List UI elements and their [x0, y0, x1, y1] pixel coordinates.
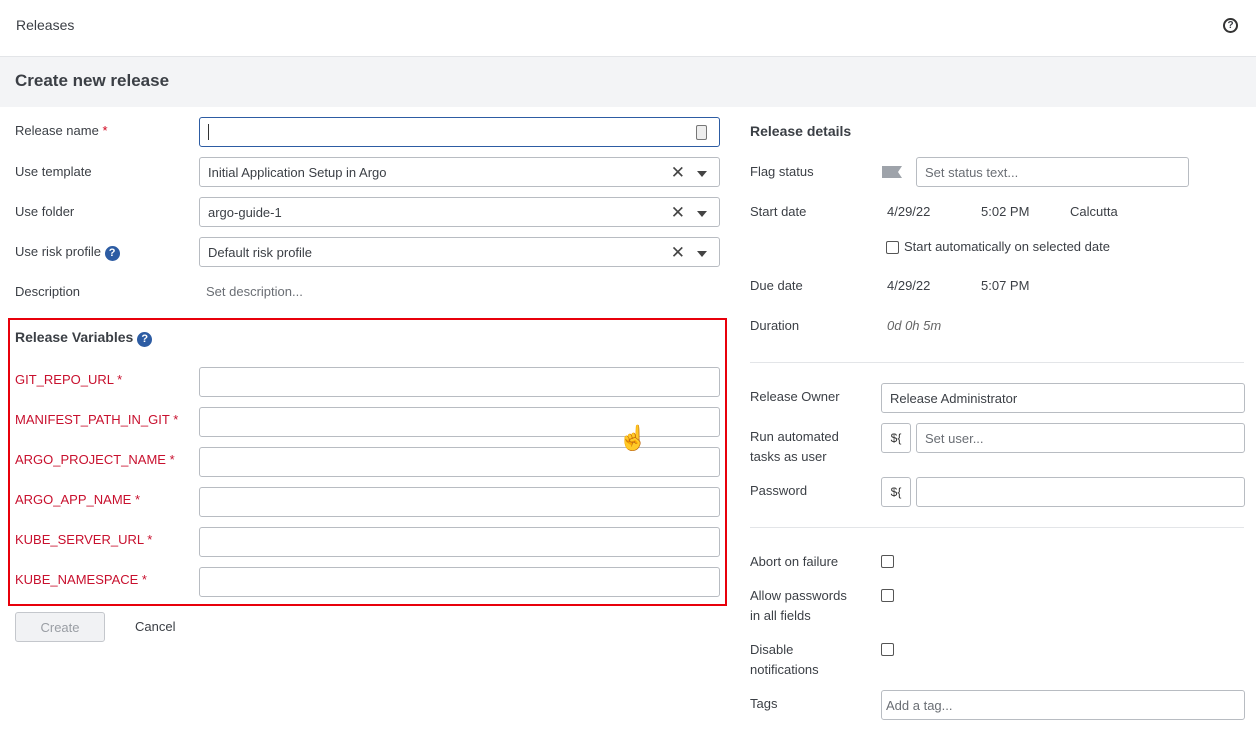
- release-name-label: Release name *: [15, 123, 108, 138]
- divider: [750, 362, 1244, 363]
- risk-profile-label: Use risk profile ?: [15, 244, 120, 261]
- description-field[interactable]: Set description...: [206, 284, 303, 300]
- variable-label: KUBE_SERVER_URL *: [15, 532, 153, 547]
- page-title: Create new release: [15, 71, 170, 90]
- start-time-value[interactable]: 5:02 PM: [981, 204, 1029, 220]
- tags-input[interactable]: Add a tag...: [881, 690, 1245, 720]
- description-label: Description: [15, 284, 81, 299]
- cancel-button[interactable]: Cancel: [135, 619, 175, 635]
- id-card-icon: [696, 125, 707, 140]
- run-as-label-2: tasks as user: [750, 449, 827, 464]
- due-date-value[interactable]: 4/29/22: [887, 278, 930, 294]
- flag-status-label: Flag status: [750, 164, 814, 179]
- variable-label: KUBE_NAMESPACE *: [15, 572, 147, 587]
- folder-select[interactable]: argo-guide-1 ✕: [199, 197, 720, 227]
- help-icon[interactable]: ?: [104, 246, 120, 261]
- chevron-down-icon[interactable]: [697, 251, 707, 257]
- release-name-input[interactable]: [199, 117, 720, 147]
- allow-passwords-checkbox[interactable]: [881, 589, 894, 602]
- password-label: Password: [750, 483, 808, 498]
- flag-icon[interactable]: [882, 166, 902, 178]
- use-template-label: Use template: [15, 164, 92, 179]
- variable-label: MANIFEST_PATH_IN_GIT *: [15, 412, 179, 427]
- app-header: Releases ?: [0, 0, 1256, 57]
- chevron-down-icon[interactable]: [697, 211, 707, 217]
- disable-notifications-label-1: Disable: [750, 642, 794, 657]
- variable-input[interactable]: [199, 487, 720, 517]
- variable-input[interactable]: [199, 567, 720, 597]
- due-date-label: Due date: [750, 278, 803, 293]
- hand-cursor-icon: ☝: [618, 425, 648, 452]
- allow-passwords-label-1: Allow passwords: [750, 588, 847, 603]
- disable-notifications-checkbox[interactable]: [881, 643, 894, 656]
- release-details-title: Release details: [750, 123, 852, 139]
- timezone-value[interactable]: Calcutta: [1070, 204, 1118, 220]
- duration-label: Duration: [750, 318, 800, 333]
- template-select[interactable]: Initial Application Setup in Argo ✕: [199, 157, 720, 187]
- run-as-label-1: Run automated: [750, 429, 839, 444]
- clear-icon[interactable]: ✕: [671, 163, 685, 183]
- password-input[interactable]: [916, 477, 1245, 507]
- release-owner-input[interactable]: Release Administrator: [881, 383, 1245, 413]
- disable-notifications-label-2: notifications: [750, 662, 819, 677]
- tags-label: Tags: [750, 696, 778, 711]
- help-icon[interactable]: ?: [137, 332, 153, 347]
- duration-value[interactable]: 0d 0h 5m: [887, 318, 941, 334]
- variable-input[interactable]: [199, 527, 720, 557]
- start-date-value[interactable]: 4/29/22: [887, 204, 930, 220]
- auto-start-checkbox[interactable]: [886, 241, 899, 254]
- due-time-value[interactable]: 5:07 PM: [981, 278, 1029, 294]
- variable-input[interactable]: [199, 367, 720, 397]
- release-variables-title: Release Variables ?: [15, 329, 153, 347]
- variable-label: ARGO_PROJECT_NAME *: [15, 452, 175, 467]
- divider: [750, 527, 1244, 528]
- risk-profile-select[interactable]: Default risk profile ✕: [199, 237, 720, 267]
- flag-status-input[interactable]: Set status text...: [916, 157, 1189, 187]
- folder-value: argo-guide-1: [208, 204, 282, 220]
- clear-icon[interactable]: ✕: [671, 203, 685, 223]
- allow-passwords-label-2: in all fields: [750, 608, 811, 623]
- page-title-bar: Create new release: [0, 57, 1256, 107]
- start-date-label: Start date: [750, 204, 807, 219]
- abort-on-failure-checkbox[interactable]: [881, 555, 894, 568]
- use-folder-label: Use folder: [15, 204, 75, 219]
- clear-icon[interactable]: ✕: [671, 243, 685, 263]
- question-circle-icon[interactable]: ?: [1223, 18, 1238, 33]
- template-value: Initial Application Setup in Argo: [208, 164, 387, 180]
- run-as-user-input[interactable]: Set user...: [916, 423, 1245, 453]
- run-as-variable-button[interactable]: ${: [881, 423, 911, 453]
- variable-label: GIT_REPO_URL *: [15, 372, 123, 387]
- abort-on-failure-label: Abort on failure: [750, 554, 839, 569]
- chevron-down-icon[interactable]: [697, 171, 707, 177]
- release-owner-label: Release Owner: [750, 389, 840, 404]
- create-button[interactable]: Create: [15, 612, 105, 642]
- risk-profile-value: Default risk profile: [208, 244, 313, 260]
- variable-label: ARGO_APP_NAME *: [15, 492, 141, 507]
- header-title: Releases: [16, 17, 75, 33]
- auto-start-label: Start automatically on selected date: [904, 239, 1110, 254]
- password-variable-button[interactable]: ${: [881, 477, 911, 507]
